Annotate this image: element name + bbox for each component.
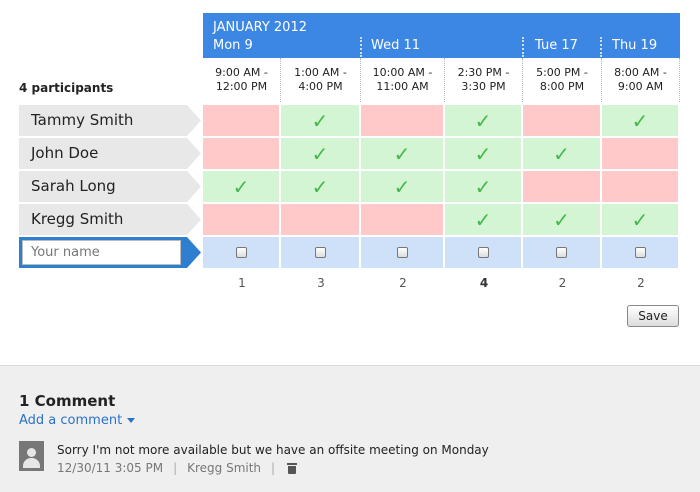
check-icon: ✓ xyxy=(474,108,492,133)
availability-cell-no xyxy=(602,171,678,202)
participant-name: Sarah Long xyxy=(19,171,201,202)
time-slot: 9:00 AM - 12:00 PM xyxy=(203,58,281,102)
availability-cell-yes: ✓ xyxy=(281,105,359,136)
availability-cell-yes: ✓ xyxy=(361,171,443,202)
time-slot: 8:00 AM - 9:00 AM xyxy=(602,58,680,102)
day-label-wed: Wed 11 xyxy=(371,38,421,53)
availability-checkbox[interactable] xyxy=(556,247,567,258)
availability-cell-yes: ✓ xyxy=(361,138,443,169)
day-label-thu: Thu 19 xyxy=(612,38,658,53)
availability-cell-no xyxy=(602,138,678,169)
day-separator xyxy=(522,37,524,57)
participants-count: 4 participants xyxy=(19,81,114,95)
availability-cell-no xyxy=(361,105,443,136)
check-icon: ✓ xyxy=(311,141,329,166)
slot-count-best: 4 xyxy=(479,276,489,290)
your-availability-cell xyxy=(445,237,521,268)
availability-cell-yes: ✓ xyxy=(445,105,521,136)
availability-cell-yes: ✓ xyxy=(281,171,359,202)
availability-checkbox[interactable] xyxy=(634,247,646,258)
participant-name: Kregg Smith xyxy=(19,204,201,235)
check-icon: ✓ xyxy=(553,207,570,232)
availability-checkbox[interactable] xyxy=(396,247,408,258)
your-availability-cell xyxy=(361,237,443,268)
calendar-header: JANUARY 2012 Mon 9 Wed 11 Tue 17 Thu 19 xyxy=(203,13,680,58)
availability-cell-no xyxy=(523,105,600,136)
check-icon: ✓ xyxy=(553,141,570,166)
day-separator xyxy=(600,37,602,57)
time-slot: 2:30 PM - 3:30 PM xyxy=(445,58,523,102)
add-comment-link[interactable]: Add a comment xyxy=(19,413,136,428)
availability-cell-no xyxy=(281,204,359,235)
your-name-input[interactable] xyxy=(22,240,181,265)
day-separator xyxy=(360,37,362,57)
slot-count: 2 xyxy=(558,276,567,290)
slot-count: 1 xyxy=(238,276,246,290)
check-icon: ✓ xyxy=(474,141,492,166)
slot-count: 2 xyxy=(399,276,407,290)
availability-checkbox[interactable] xyxy=(477,247,489,258)
availability-cell-no xyxy=(361,204,443,235)
participant-name: John Doe xyxy=(19,138,201,169)
check-icon: ✓ xyxy=(631,207,649,232)
availability-cell-yes: ✓ xyxy=(445,204,521,235)
availability-checkbox[interactable] xyxy=(235,247,247,258)
availability-cell-no xyxy=(203,204,279,235)
trash-icon[interactable] xyxy=(287,462,298,474)
participant-name: Tammy Smith xyxy=(19,105,201,136)
time-slot-label: 8:00 AM - 9:00 AM xyxy=(614,66,667,93)
time-slot-label: 1:00 AM - 4:00 PM xyxy=(294,66,347,93)
your-availability-cell xyxy=(602,237,678,268)
time-slot-label: 5:00 PM - 8:00 PM xyxy=(536,66,588,93)
time-slot-label: 10:00 AM - 11:00 AM xyxy=(372,66,433,93)
comments-section: 1 Comment Add a comment Sorry I'm not mo… xyxy=(0,365,700,492)
user-avatar-icon xyxy=(19,441,44,471)
comment-author[interactable]: Kregg Smith xyxy=(187,461,261,475)
availability-checkbox[interactable] xyxy=(314,247,326,258)
day-label-mon: Mon 9 xyxy=(213,38,253,53)
comment-meta: 12/30/11 3:05 PM | Kregg Smith | xyxy=(57,461,298,475)
availability-cell-no xyxy=(203,105,279,136)
comment-text: Sorry I'm not more available but we have… xyxy=(57,443,489,457)
availability-cell-yes: ✓ xyxy=(203,171,279,202)
check-icon: ✓ xyxy=(631,108,649,133)
month-label: JANUARY 2012 xyxy=(213,20,307,35)
availability-cell-yes: ✓ xyxy=(602,105,678,136)
day-label-tue: Tue 17 xyxy=(535,38,578,53)
time-slot: 10:00 AM - 11:00 AM xyxy=(361,58,445,102)
caret-down-icon xyxy=(127,418,136,423)
your-availability-cell xyxy=(523,237,600,268)
save-button[interactable]: Save xyxy=(627,305,679,327)
check-icon: ✓ xyxy=(474,174,492,199)
add-comment-label: Add a comment xyxy=(19,413,123,428)
your-availability-cell xyxy=(281,237,359,268)
availability-cell-yes: ✓ xyxy=(281,138,359,169)
time-slot: 5:00 PM - 8:00 PM xyxy=(523,58,602,102)
time-slot-label: 9:00 AM - 12:00 PM xyxy=(215,66,268,93)
comment-date: 12/30/11 3:05 PM xyxy=(57,461,164,475)
availability-cell-yes: ✓ xyxy=(523,138,600,169)
check-icon: ✓ xyxy=(393,141,411,166)
check-icon: ✓ xyxy=(393,174,411,199)
availability-cell-yes: ✓ xyxy=(523,204,600,235)
availability-cell-yes: ✓ xyxy=(445,138,521,169)
availability-cell-no xyxy=(523,171,600,202)
your-availability-cell xyxy=(203,237,279,268)
check-icon: ✓ xyxy=(474,207,492,232)
time-slot-label: 2:30 PM - 3:30 PM xyxy=(457,66,510,93)
slot-count: 2 xyxy=(637,276,645,290)
availability-cell-yes: ✓ xyxy=(602,204,678,235)
time-slot: 1:00 AM - 4:00 PM xyxy=(281,58,361,102)
meta-separator: | xyxy=(173,461,178,475)
comments-title: 1 Comment xyxy=(19,392,116,410)
availability-cell-yes: ✓ xyxy=(445,171,521,202)
your-name-tag xyxy=(19,237,201,268)
check-icon: ✓ xyxy=(232,174,250,199)
check-icon: ✓ xyxy=(311,108,329,133)
meta-separator: | xyxy=(271,461,276,475)
availability-cell-no xyxy=(203,138,279,169)
slot-count: 3 xyxy=(317,276,325,290)
check-icon: ✓ xyxy=(311,174,329,199)
